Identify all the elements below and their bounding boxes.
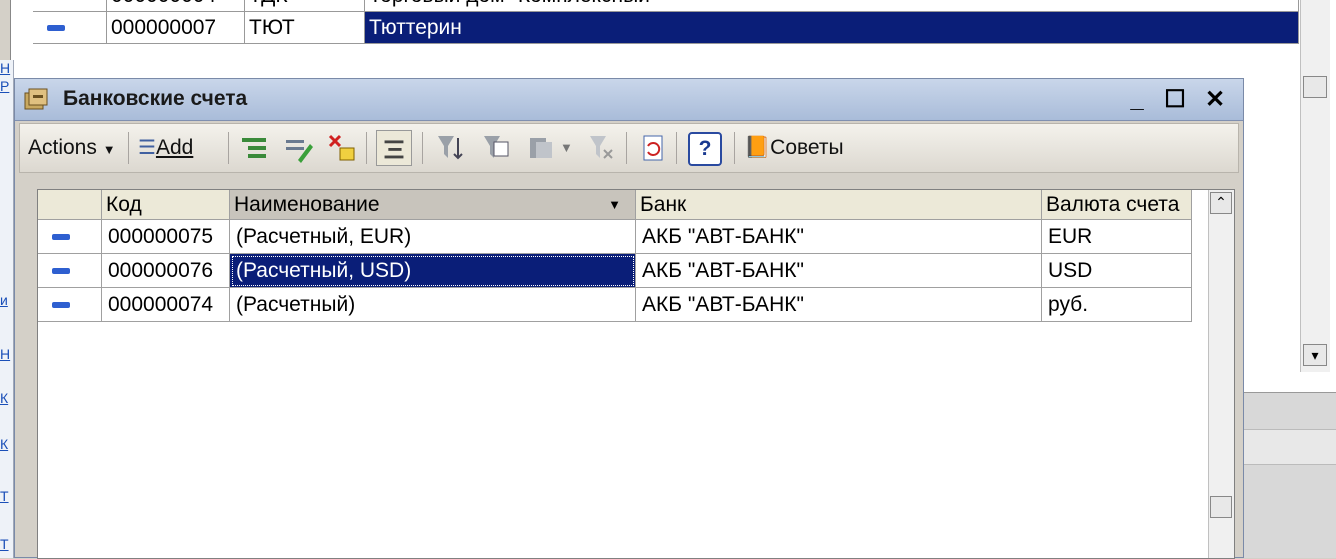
left-link[interactable]: Т (0, 488, 14, 504)
bg-scroll-down-button[interactable]: ▾ (1303, 344, 1327, 366)
edit-icon[interactable] (282, 132, 314, 164)
column-header-bank[interactable]: Банк (636, 190, 1042, 220)
bg-short-cell: ТЮТ (245, 12, 365, 44)
code-cell: 000000074 (102, 288, 230, 322)
tips-button[interactable]: 📙Советы (744, 130, 844, 166)
tips-label: Советы (770, 136, 844, 159)
add-icon: ☰ (138, 137, 156, 159)
scroll-up-button[interactable]: ⌃ (1210, 192, 1232, 214)
scroll-thumb[interactable] (1210, 496, 1232, 518)
left-link[interactable]: Т (0, 536, 14, 552)
filter-dropdown-chevron-icon[interactable]: ▼ (560, 130, 573, 166)
tips-book-icon: 📙 (744, 136, 771, 159)
currency-cell: EUR (1042, 220, 1192, 254)
add-subgroup-icon[interactable] (238, 132, 270, 164)
row-marker-icon (52, 234, 70, 240)
row-marker-cell (33, 0, 107, 12)
filter-value-icon[interactable] (480, 132, 512, 164)
table-header-marker (38, 190, 102, 220)
row-marker-icon (47, 25, 65, 31)
table-vertical-scrollbar[interactable]: ⌃ (1208, 190, 1234, 558)
bank-cell: АКБ "АВТ-БАНК" (636, 254, 1042, 288)
refresh-icon[interactable] (636, 132, 668, 164)
clear-filter-icon[interactable] (586, 132, 618, 164)
toolbar: Actions ▼ ☰Add ▼ ? 📙Советы (19, 123, 1239, 173)
left-link[interactable]: и (0, 292, 14, 308)
toolbar-separator (734, 132, 735, 164)
bg-table-row[interactable]: 000000007 ТЮТ Тюттерин (33, 12, 1299, 44)
left-navigation-strip: Н Р и Н К К Т Т (0, 60, 14, 558)
add-button[interactable]: ☰Add (138, 130, 193, 166)
bg-name-cell: Торговый дом "Комплексный" (365, 0, 1299, 12)
row-marker-icon (52, 268, 70, 274)
row-marker-cell (38, 220, 102, 254)
toolbar-separator (626, 132, 627, 164)
add-label: Add (155, 136, 194, 159)
column-header-currency[interactable]: Валюта счета (1042, 190, 1192, 220)
actions-label: Actions (28, 136, 97, 159)
toolbar-separator (128, 132, 129, 164)
left-link[interactable]: Н (0, 346, 14, 362)
row-marker-cell (38, 254, 102, 288)
bg-scroll-thumb[interactable] (1303, 76, 1327, 98)
row-marker-cell (38, 288, 102, 322)
code-cell: 000000076 (102, 254, 230, 288)
toolbar-separator (676, 132, 677, 164)
bg-pane-strip (1243, 429, 1336, 465)
bank-cell: АКБ "АВТ-БАНК" (636, 220, 1042, 254)
name-cell: (Расчетный, EUR) (230, 220, 636, 254)
table-row[interactable]: 000000074 (Расчетный) АКБ "АВТ-БАНК" руб… (38, 288, 1192, 322)
toolbar-separator (422, 132, 423, 164)
sort-desc-icon: ▼ (608, 197, 621, 212)
currency-cell: руб. (1042, 288, 1192, 322)
dialog-titlebar[interactable]: Банковские счета _ ☐ ✕ (15, 79, 1243, 121)
close-button[interactable]: ✕ (1199, 85, 1231, 115)
left-link[interactable]: Н (0, 60, 14, 76)
maximize-button[interactable]: ☐ (1159, 85, 1191, 115)
sort-icon[interactable] (434, 132, 466, 164)
row-marker-icon (52, 302, 70, 308)
bank-cell: АКБ "АВТ-БАНК" (636, 288, 1042, 322)
help-button[interactable]: ? (688, 132, 722, 166)
left-link[interactable]: Р (0, 78, 14, 94)
minimize-button[interactable]: _ (1121, 85, 1153, 115)
chevron-down-icon: ▼ (102, 142, 116, 157)
bg-vertical-scrollbar[interactable]: ▾ (1300, 0, 1330, 372)
dialog-title: Банковские счета (63, 87, 248, 110)
left-link[interactable]: К (0, 390, 14, 406)
toolbar-separator (366, 132, 367, 164)
bg-table-row[interactable]: 000000004 ТДК Торговый дом "Комплексный" (33, 0, 1299, 12)
toolbar-separator (228, 132, 229, 164)
actions-menu-button[interactable]: Actions ▼ (28, 130, 116, 166)
bg-name-cell: Тюттерин (365, 12, 1299, 44)
left-link[interactable]: К (0, 436, 14, 452)
accounts-table: Код Наименование ▼ Банк Валюта счета 000… (37, 189, 1235, 559)
cabinet-icon (24, 88, 48, 110)
table-row[interactable]: 000000075 (Расчетный, EUR) АКБ "АВТ-БАНК… (38, 220, 1192, 254)
column-header-name[interactable]: Наименование ▼ (230, 190, 636, 220)
bg-short-cell: ТДК (245, 0, 365, 12)
column-header-code[interactable]: Код (102, 190, 230, 220)
filter-list-icon[interactable] (526, 132, 558, 164)
code-cell: 000000075 (102, 220, 230, 254)
name-cell: (Расчетный) (230, 288, 636, 322)
bg-code-cell: 000000007 (107, 12, 245, 44)
table-row[interactable]: 000000076 (Расчетный, USD) АКБ "АВТ-БАНК… (38, 254, 1192, 288)
column-header-name-label: Наименование (234, 193, 380, 216)
bg-code-cell: 000000004 (107, 0, 245, 12)
row-marker-cell (33, 12, 107, 44)
currency-cell: USD (1042, 254, 1192, 288)
bank-accounts-dialog: Банковские счета _ ☐ ✕ Actions ▼ ☰Add ▼ … (14, 78, 1244, 559)
hierarchy-toggle-icon[interactable] (376, 130, 412, 166)
name-cell-selected: (Расчетный, USD) (230, 254, 636, 288)
delete-mark-icon[interactable] (326, 132, 358, 164)
bg-lower-pane (1243, 392, 1336, 558)
